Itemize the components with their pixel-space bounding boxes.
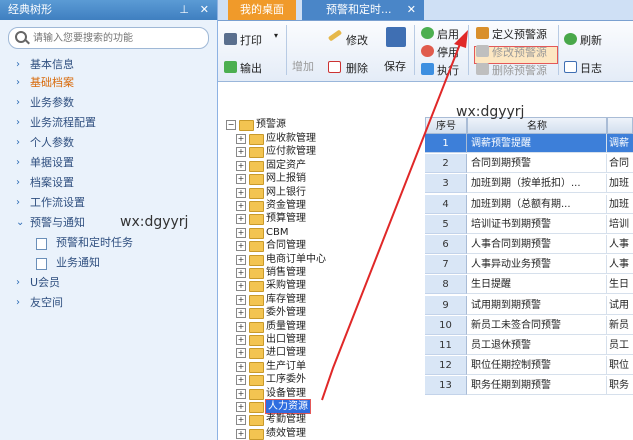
annotation-arrow (321, 30, 468, 401)
annotation-arrow-line (321, 43, 461, 401)
annotation-arrow-head (454, 30, 468, 48)
